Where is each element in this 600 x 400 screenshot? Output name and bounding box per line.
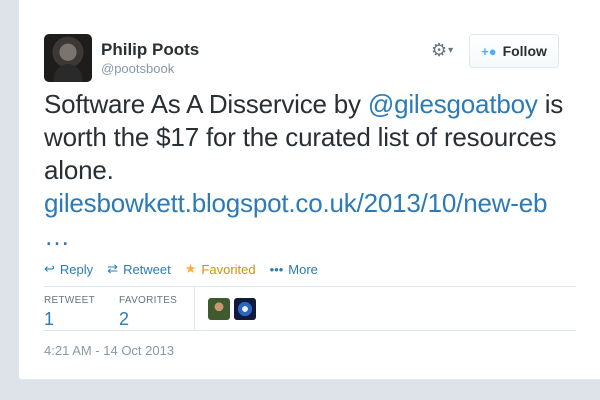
favoriter-avatar[interactable]: [234, 298, 256, 320]
add-user-icon: +●: [481, 43, 497, 59]
tweet-text: Software As A Disservice by @gilesgoatbo…: [44, 88, 584, 253]
favorited-label: Favorited: [201, 261, 256, 277]
retweet-stat-label: RETWEET: [44, 295, 95, 306]
stats-divider: [194, 287, 195, 331]
gear-icon: ⚙: [431, 40, 448, 60]
chevron-down-icon: ▾: [448, 45, 454, 56]
user-actions-dropdown[interactable]: ⚙ ▾: [431, 40, 453, 61]
author-handle[interactable]: @pootsbook: [101, 61, 174, 76]
mention-link[interactable]: @gilesgoatboy: [368, 89, 538, 119]
more-label: More: [288, 261, 318, 277]
author-avatar[interactable]: [44, 34, 92, 82]
tweet-text-part: Software As A Disservice by: [44, 89, 368, 119]
more-icon: •••: [269, 261, 284, 277]
favorites-stat[interactable]: FAVORITES 2: [119, 295, 177, 330]
url-ellipsis[interactable]: …: [44, 221, 70, 251]
tweet-stats: RETWEET 1 FAVORITES 2: [44, 286, 576, 331]
star-icon: ★: [184, 261, 197, 276]
tweet-timestamp[interactable]: 4:21 AM - 14 Oct 2013: [44, 343, 174, 358]
retweet-icon: ⇄: [107, 261, 119, 276]
author-name[interactable]: Philip Poots: [101, 40, 199, 60]
follow-button[interactable]: +● Follow: [469, 34, 559, 68]
retweet-label: Retweet: [123, 261, 171, 277]
retweet-count: 1: [44, 309, 55, 329]
follow-label: Follow: [502, 43, 547, 59]
tweet-actions: ↩ Reply ⇄ Retweet ★ Favorited ••• More: [44, 261, 318, 277]
reply-button[interactable]: ↩ Reply: [44, 261, 93, 277]
reply-label: Reply: [59, 261, 94, 277]
favorites-count: 2: [119, 309, 130, 329]
retweet-stat[interactable]: RETWEET 1: [44, 295, 95, 330]
favorite-button[interactable]: ★ Favorited: [185, 261, 256, 277]
more-button[interactable]: ••• More: [270, 261, 318, 277]
reply-icon: ↩: [44, 261, 55, 276]
url-link[interactable]: gilesbowkett.blogspot.co.uk/2013/10/new-…: [44, 188, 547, 218]
favorites-stat-label: FAVORITES: [119, 295, 178, 306]
tweet-card: Philip Poots @pootsbook ⚙ ▾ +● Follow So…: [18, 0, 600, 380]
retweet-button[interactable]: ⇄ Retweet: [107, 261, 171, 277]
favoriter-avatar[interactable]: [208, 298, 230, 320]
